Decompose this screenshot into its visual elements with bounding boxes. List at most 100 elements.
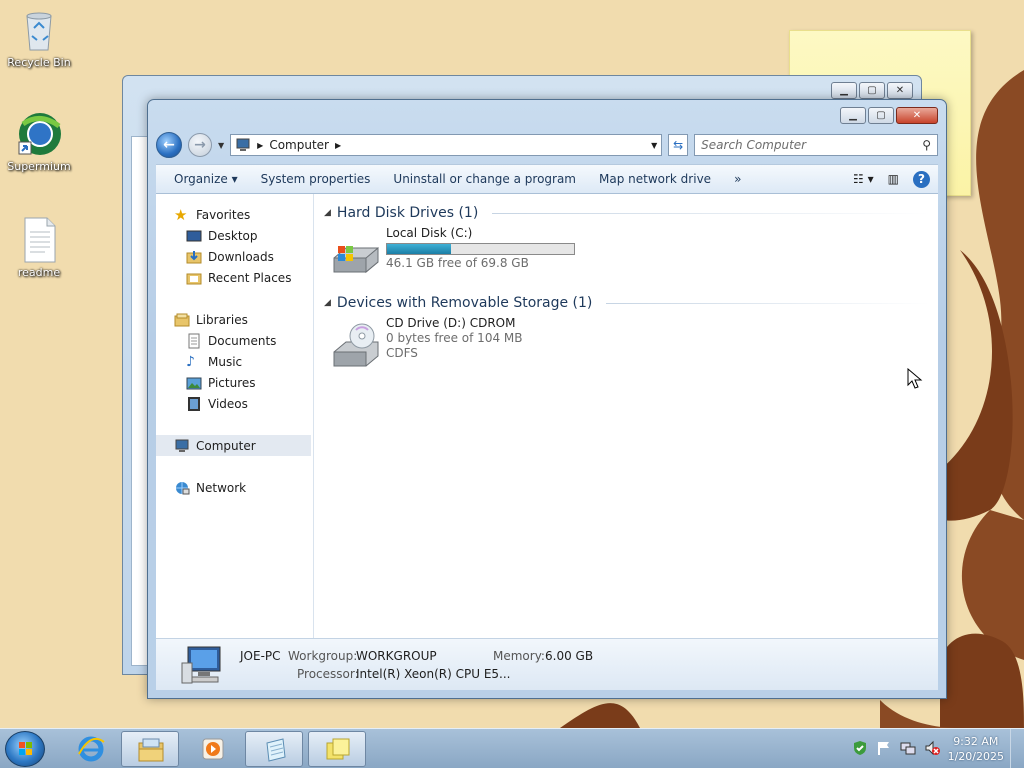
navigation-pane: ★ Favorites Desktop Downloads Recent Plac… bbox=[156, 194, 314, 638]
drive-free-space: 0 bytes free of 104 MB bbox=[386, 331, 523, 345]
supermium-icon bbox=[15, 110, 63, 158]
processor-label: Processor: bbox=[297, 667, 359, 681]
drive-name: Local Disk (C:) bbox=[386, 226, 473, 240]
recent-places-icon bbox=[186, 270, 202, 286]
more-commands-button[interactable]: » bbox=[726, 172, 756, 186]
desktop-icon-readme[interactable]: readme bbox=[1, 216, 77, 279]
network-icon bbox=[174, 480, 190, 496]
nav-pictures[interactable]: Pictures bbox=[156, 372, 313, 393]
nav-recent-places[interactable]: Recent Places bbox=[156, 267, 313, 288]
nav-libraries[interactable]: Libraries bbox=[156, 309, 313, 330]
maximize-icon[interactable]: ▢ bbox=[859, 82, 885, 99]
close-icon[interactable]: ✕ bbox=[887, 82, 913, 99]
nav-videos[interactable]: Videos bbox=[156, 393, 313, 414]
minimize-icon[interactable]: ▁ bbox=[831, 82, 857, 99]
computer-icon bbox=[235, 137, 251, 153]
group-header-removable-storage[interactable]: ◢ Devices with Removable Storage (1) bbox=[324, 294, 930, 312]
sticky-notes-icon bbox=[324, 737, 352, 763]
nav-computer[interactable]: Computer bbox=[156, 435, 311, 456]
taskbar-internet-explorer[interactable] bbox=[62, 731, 120, 767]
system-properties-button[interactable]: System properties bbox=[253, 172, 386, 186]
refresh-button[interactable]: ⇆ bbox=[668, 134, 689, 156]
details-pane: JOE-PC Workgroup: WORKGROUP Memory: 6.00… bbox=[156, 638, 938, 690]
volume-muted-icon[interactable] bbox=[924, 740, 940, 759]
downloads-folder-icon bbox=[186, 249, 202, 265]
notepad-icon bbox=[261, 737, 289, 763]
organize-menu[interactable]: Organize ▾ bbox=[166, 172, 253, 186]
memory-label: Memory: bbox=[493, 649, 545, 663]
nav-downloads[interactable]: Downloads bbox=[156, 246, 313, 267]
items-view: ◢ Hard Disk Drives (1) Local Disk (C:) 4… bbox=[314, 194, 938, 638]
change-view-icon[interactable]: ☷ ▾ bbox=[853, 172, 874, 186]
security-shield-icon[interactable] bbox=[852, 740, 868, 759]
maximize-button[interactable]: ▢ bbox=[868, 107, 894, 124]
drive-item-local-disk[interactable]: Local Disk (C:) 46.1 GB free of 69.8 GB bbox=[324, 222, 930, 288]
taskbar-sticky-notes[interactable] bbox=[308, 731, 366, 767]
minimize-button[interactable]: ▁ bbox=[840, 107, 866, 124]
explorer-content: ★ Favorites Desktop Downloads Recent Plac… bbox=[156, 194, 938, 638]
computer-name: JOE-PC bbox=[240, 649, 281, 663]
clock-time: 9:32 AM bbox=[953, 735, 999, 748]
processor-value: Intel(R) Xeon(R) CPU E5... bbox=[356, 667, 511, 681]
explorer-window[interactable]: ▁ ▢ ✕ ← → ▼ ▶ Computer ▶ ▼ ⇆ Search Comp… bbox=[147, 99, 947, 699]
workgroup-value: WORKGROUP bbox=[356, 649, 437, 663]
collapse-group-icon[interactable]: ◢ bbox=[324, 208, 331, 218]
notification-area: 9:32 AM 1/20/2025 bbox=[852, 729, 1024, 768]
taskbar-windows-explorer[interactable] bbox=[121, 731, 179, 767]
libraries-icon bbox=[174, 312, 190, 328]
action-center-flag-icon[interactable] bbox=[876, 740, 892, 759]
pictures-icon bbox=[186, 375, 202, 391]
workgroup-label: Workgroup: bbox=[288, 649, 358, 663]
background-window-controls: ▁ ▢ ✕ bbox=[831, 82, 913, 99]
music-icon: ♪ bbox=[186, 353, 195, 370]
preview-pane-icon[interactable]: ▥ bbox=[888, 172, 899, 186]
videos-icon bbox=[186, 396, 202, 412]
back-button[interactable]: ← bbox=[156, 132, 182, 158]
desktop-icon-recycle-bin[interactable]: Recycle Bin bbox=[1, 6, 77, 69]
desktop-icon-label: Supermium bbox=[7, 160, 71, 173]
folder-icon bbox=[137, 737, 165, 763]
group-header-hard-disk-drives[interactable]: ◢ Hard Disk Drives (1) bbox=[324, 204, 930, 222]
nav-music[interactable]: ♪ Music bbox=[156, 351, 313, 372]
map-network-drive-button[interactable]: Map network drive bbox=[591, 172, 726, 186]
drive-free-space: 46.1 GB free of 69.8 GB bbox=[386, 256, 529, 270]
taskbar-notepad[interactable] bbox=[245, 731, 303, 767]
drive-filesystem: CDFS bbox=[386, 346, 418, 360]
forward-button[interactable]: → bbox=[188, 133, 212, 157]
system-clock[interactable]: 9:32 AM 1/20/2025 bbox=[948, 734, 1004, 764]
search-placeholder: Search Computer bbox=[701, 138, 807, 152]
search-input[interactable]: Search Computer ⚲ bbox=[694, 134, 938, 156]
start-button[interactable] bbox=[5, 731, 45, 767]
address-bar[interactable]: ▶ Computer ▶ ▼ bbox=[230, 134, 663, 156]
taskbar-media-player[interactable] bbox=[184, 731, 242, 767]
breadcrumb-chevron-icon[interactable]: ▶ bbox=[257, 141, 263, 150]
taskbar: 9:32 AM 1/20/2025 bbox=[0, 728, 1024, 768]
nav-network[interactable]: Network bbox=[156, 477, 313, 498]
documents-icon bbox=[186, 333, 202, 349]
collapse-group-icon[interactable]: ◢ bbox=[324, 298, 331, 308]
star-icon: ★ bbox=[174, 205, 188, 224]
drive-item-cd-drive[interactable]: CD Drive (D:) CDROM 0 bytes free of 104 … bbox=[324, 312, 930, 378]
computer-icon bbox=[180, 645, 226, 685]
address-dropdown-icon[interactable]: ▼ bbox=[647, 141, 661, 150]
nav-favorites[interactable]: ★ Favorites bbox=[156, 204, 313, 225]
breadcrumb-computer[interactable]: Computer bbox=[269, 138, 329, 152]
show-desktop-button[interactable] bbox=[1010, 729, 1024, 768]
close-button[interactable]: ✕ bbox=[896, 107, 938, 124]
nav-desktop[interactable]: Desktop bbox=[156, 225, 313, 246]
desktop-icon-supermium[interactable]: Supermium bbox=[1, 110, 77, 173]
text-file-icon bbox=[15, 216, 63, 264]
network-status-icon[interactable] bbox=[900, 740, 916, 759]
uninstall-program-button[interactable]: Uninstall or change a program bbox=[385, 172, 591, 186]
breadcrumb-chevron-icon[interactable]: ▶ bbox=[335, 141, 341, 150]
recent-pages-dropdown[interactable]: ▼ bbox=[218, 141, 224, 150]
help-icon[interactable]: ? bbox=[913, 170, 930, 188]
window-controls: ▁ ▢ ✕ bbox=[840, 107, 938, 124]
command-bar: Organize ▾ System properties Uninstall o… bbox=[156, 164, 938, 194]
search-icon[interactable]: ⚲ bbox=[922, 138, 931, 152]
address-row: ← → ▼ ▶ Computer ▶ ▼ ⇆ Search Computer ⚲ bbox=[156, 132, 938, 158]
hard-disk-icon bbox=[332, 232, 380, 280]
nav-documents[interactable]: Documents bbox=[156, 330, 313, 351]
drive-name: CD Drive (D:) CDROM bbox=[386, 316, 516, 330]
media-player-icon bbox=[199, 736, 227, 762]
